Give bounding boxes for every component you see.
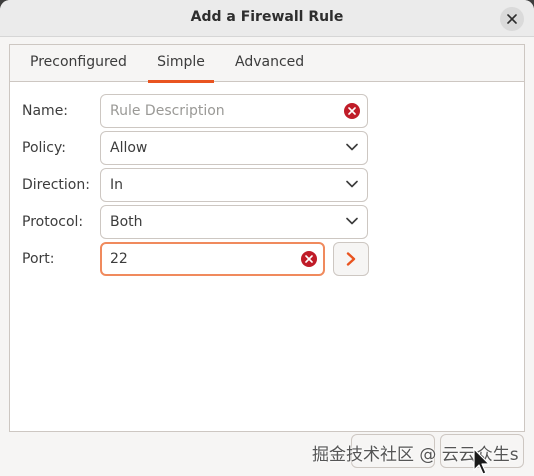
port-label: Port:: [22, 251, 55, 267]
name-placeholder: Rule Description: [110, 103, 225, 119]
mouse-cursor-icon: [473, 448, 490, 475]
name-field[interactable]: Rule Description: [100, 94, 368, 128]
port-next-button[interactable]: [333, 242, 369, 276]
policy-label: Policy:: [22, 140, 66, 156]
direction-label: Direction:: [22, 177, 90, 193]
dialog-title: Add a Firewall Rule: [190, 9, 344, 25]
tab-bar: Preconfigured Simple Advanced: [10, 45, 524, 83]
close-icon: [507, 14, 517, 24]
tab-preconfigured[interactable]: Preconfigured: [30, 54, 127, 82]
tab-simple[interactable]: Simple: [148, 54, 214, 83]
protocol-label: Protocol:: [22, 214, 84, 230]
clear-port-icon[interactable]: [301, 251, 317, 267]
port-input[interactable]: 22: [100, 242, 325, 276]
protocol-value: Both: [110, 214, 143, 230]
add-firewall-rule-dialog: Add a Firewall Rule Preconfigured Simple…: [0, 0, 534, 476]
direction-value: In: [110, 177, 124, 193]
title-bar: Add a Firewall Rule: [0, 0, 534, 37]
tab-advanced[interactable]: Advanced: [235, 54, 304, 82]
name-label: Name:: [22, 103, 69, 119]
clear-name-icon[interactable]: [344, 103, 360, 119]
chevron-down-icon: [346, 180, 358, 188]
rule-notebook: Preconfigured Simple Advanced Name: Rule…: [9, 44, 525, 432]
policy-select[interactable]: Allow: [100, 131, 368, 165]
chevron-down-icon: [346, 217, 358, 225]
protocol-select[interactable]: Both: [100, 205, 368, 239]
policy-value: Allow: [110, 140, 148, 156]
direction-select[interactable]: In: [100, 168, 368, 202]
close-button[interactable]: [500, 7, 524, 31]
chevron-right-icon: [346, 252, 356, 266]
chevron-down-icon: [346, 143, 358, 151]
port-value: 22: [110, 251, 128, 267]
